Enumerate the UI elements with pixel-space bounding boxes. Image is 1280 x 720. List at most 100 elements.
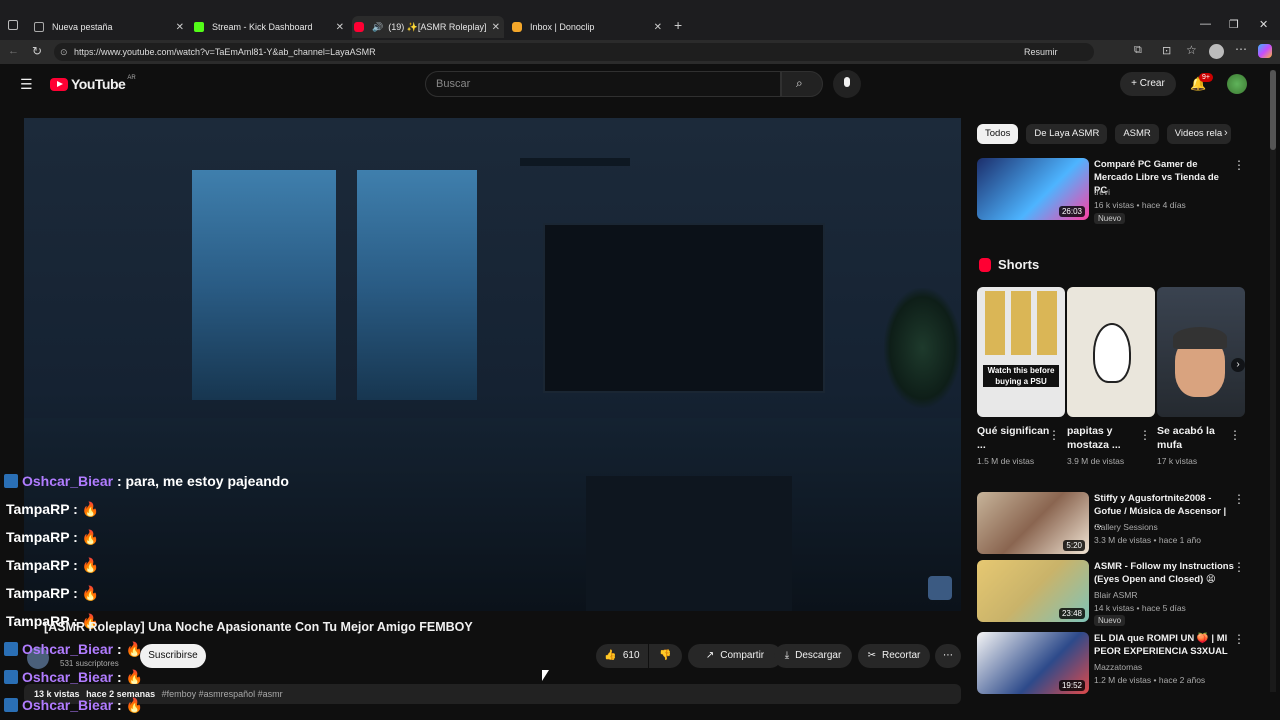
- recommended-video[interactable]: 23:48 ASMR - Follow my Instructions (Eye…: [977, 560, 1245, 626]
- channel-name[interactable]: Gallery Sessions: [1094, 522, 1158, 532]
- short-thumbnail[interactable]: [1157, 287, 1245, 417]
- youtube-logo[interactable]: YouTube AR: [50, 75, 136, 92]
- short-title[interactable]: papitas y mostaza ...: [1067, 424, 1145, 452]
- recommended-video[interactable]: 26:03 Comparé PC Gamer de Mercado Libre …: [977, 158, 1245, 224]
- channel-name[interactable]: Mazzatomas: [1094, 662, 1142, 672]
- menu-dots-icon[interactable]: ⋯: [1235, 42, 1247, 56]
- close-icon[interactable]: ✕: [176, 22, 184, 33]
- recommended-video[interactable]: 19:52 EL DIA que ROMPI UN 🍑 | MI PEOR EX…: [977, 632, 1245, 694]
- chat-text: : 🔥: [116, 697, 143, 713]
- url-field[interactable]: ⊙ https://www.youtube.com/watch?v=TaEmAm…: [54, 43, 1094, 61]
- new-badge: Nuevo: [1094, 213, 1126, 224]
- speaker-icon[interactable]: 🔊: [372, 22, 383, 33]
- new-badge: Nuevo: [1094, 615, 1126, 626]
- more-icon[interactable]: ⋮: [1233, 632, 1245, 646]
- favorites-icon[interactable]: ☆: [1186, 43, 1197, 57]
- profile-avatar[interactable]: [1209, 44, 1224, 59]
- minimize-icon[interactable]: —: [1200, 18, 1211, 30]
- like-button[interactable]: 👍 610: [596, 644, 648, 668]
- video-player[interactable]: [24, 118, 961, 611]
- beanie: [1173, 327, 1227, 349]
- more-icon[interactable]: ⋮: [1233, 492, 1245, 506]
- chat-username: TampaRP: [6, 501, 70, 517]
- video-thumbnail[interactable]: 5:20: [977, 492, 1089, 554]
- video-meta: 16 k vistas • hace 4 días: [1094, 200, 1186, 210]
- video-description[interactable]: 13 k vistas hace 2 semanas #femboy #asmr…: [24, 684, 961, 704]
- chat-username: TampaRP: [6, 557, 70, 573]
- share-button[interactable]: ↗ Compartir: [688, 644, 782, 668]
- chevron-right-icon[interactable]: ›: [1224, 127, 1228, 139]
- filter-chips: Todos De Laya ASMR ASMR Videos rela: [977, 124, 1231, 144]
- dislike-button[interactable]: 👎: [649, 644, 682, 668]
- short-title[interactable]: Se acabó la mufa: [1157, 424, 1235, 452]
- new-tab-button[interactable]: +: [674, 17, 682, 33]
- video-title[interactable]: Comparé PC Gamer de Mercado Libre vs Tie…: [1094, 158, 1234, 197]
- shorts-heading: Shorts: [998, 257, 1040, 272]
- video-meta: 14 k vistas • hace 5 días: [1094, 603, 1186, 613]
- more-icon[interactable]: ⋮: [1229, 428, 1241, 442]
- more-icon[interactable]: ⋮: [1139, 428, 1151, 442]
- back-icon[interactable]: ←: [8, 45, 19, 57]
- shorts-next-icon[interactable]: ›: [1231, 358, 1245, 372]
- tab-youtube[interactable]: 🔊 (19) ✨[ASMR Roleplay] Una ✕: [352, 16, 504, 38]
- subscribe-button[interactable]: Suscribirse: [140, 644, 206, 668]
- resumir-button[interactable]: Resumir: [1024, 43, 1058, 61]
- scene-cabinet: [586, 476, 792, 611]
- refresh-icon[interactable]: ↻: [32, 44, 42, 58]
- tab-new[interactable]: Nueva pestaña ✕: [34, 16, 184, 38]
- chat-username: TampaRP: [6, 529, 70, 545]
- clip-label: Recortar: [882, 650, 921, 661]
- duration-badge: 5:20: [1063, 540, 1085, 551]
- site-info-icon[interactable]: ⊙: [60, 43, 68, 61]
- short-thumbnail[interactable]: Watch this before buying a PSU: [977, 287, 1065, 417]
- tab-donoclip[interactable]: Inbox | Donoclip ✕: [512, 16, 662, 38]
- thumbs-up-icon: 👍: [604, 650, 617, 661]
- video-title[interactable]: ASMR - Follow my Instructions (Eyes Open…: [1094, 560, 1234, 586]
- like-count: 610: [622, 650, 640, 661]
- url-text: https://www.youtube.com/watch?v=TaEmAml8…: [74, 47, 376, 57]
- more-actions-button[interactable]: ⋯: [935, 644, 961, 668]
- plus-icon: +: [1131, 78, 1140, 89]
- extensions-icon[interactable]: ⧉: [1134, 44, 1142, 57]
- search-input[interactable]: Buscar: [425, 71, 781, 97]
- chip-all[interactable]: Todos: [977, 124, 1019, 144]
- more-icon[interactable]: ⋮: [1233, 158, 1245, 172]
- chip-asmr[interactable]: ASMR: [1115, 124, 1159, 144]
- search-button[interactable]: ⌕: [781, 71, 823, 97]
- more-icon[interactable]: ⋮: [1048, 428, 1060, 442]
- region-code: AR: [127, 75, 136, 81]
- video-thumbnail[interactable]: 26:03: [977, 158, 1089, 220]
- clip-button[interactable]: ✂ Recortar: [858, 644, 930, 668]
- video-title[interactable]: EL DIA que ROMPI UN 🍑 | MI PEOR EXPERIEN…: [1094, 632, 1234, 658]
- recommended-video[interactable]: 5:20 Stiffy y Agusfortnite2008 - Gofue /…: [977, 492, 1245, 554]
- account-avatar[interactable]: [1227, 74, 1247, 94]
- channel-watermark-icon[interactable]: [928, 576, 952, 600]
- close-icon[interactable]: ✕: [654, 22, 662, 33]
- close-icon[interactable]: ✕: [492, 22, 500, 33]
- scrollbar[interactable]: [1270, 70, 1276, 692]
- channel-name[interactable]: trevi: [1094, 187, 1110, 197]
- video-thumbnail[interactable]: 19:52: [977, 632, 1089, 694]
- penguin-drawing: [1093, 323, 1131, 383]
- chip-channel[interactable]: De Laya ASMR: [1026, 124, 1108, 144]
- window-close-icon[interactable]: ✕: [1259, 18, 1268, 31]
- maximize-icon[interactable]: ❐: [1229, 18, 1239, 31]
- voice-search-button[interactable]: [833, 70, 861, 98]
- chip-related[interactable]: Videos rela: [1166, 124, 1231, 144]
- hashtags[interactable]: #femboy #asmrespañol #asmr: [162, 689, 283, 699]
- split-screen-icon[interactable]: ⊡: [1162, 44, 1171, 57]
- create-button[interactable]: + Crear: [1120, 72, 1176, 96]
- short-thumbnail[interactable]: [1067, 287, 1155, 417]
- hamburger-menu-icon[interactable]: ☰: [20, 76, 33, 93]
- channel-name[interactable]: Blair ASMR: [1094, 590, 1137, 600]
- tab-kick[interactable]: Stream - Kick Dashboard ✕: [194, 16, 344, 38]
- scene-window-left: [192, 170, 336, 400]
- download-button[interactable]: ⤓ Descargar: [774, 644, 852, 668]
- copilot-icon[interactable]: [1258, 44, 1272, 58]
- close-icon[interactable]: ✕: [336, 22, 344, 33]
- more-icon[interactable]: ⋮: [1233, 560, 1245, 574]
- scene-shelf: [520, 158, 630, 166]
- video-thumbnail[interactable]: 23:48: [977, 560, 1089, 622]
- short-title[interactable]: Qué significan ...: [977, 424, 1055, 452]
- tab-actions-icon[interactable]: [8, 20, 18, 30]
